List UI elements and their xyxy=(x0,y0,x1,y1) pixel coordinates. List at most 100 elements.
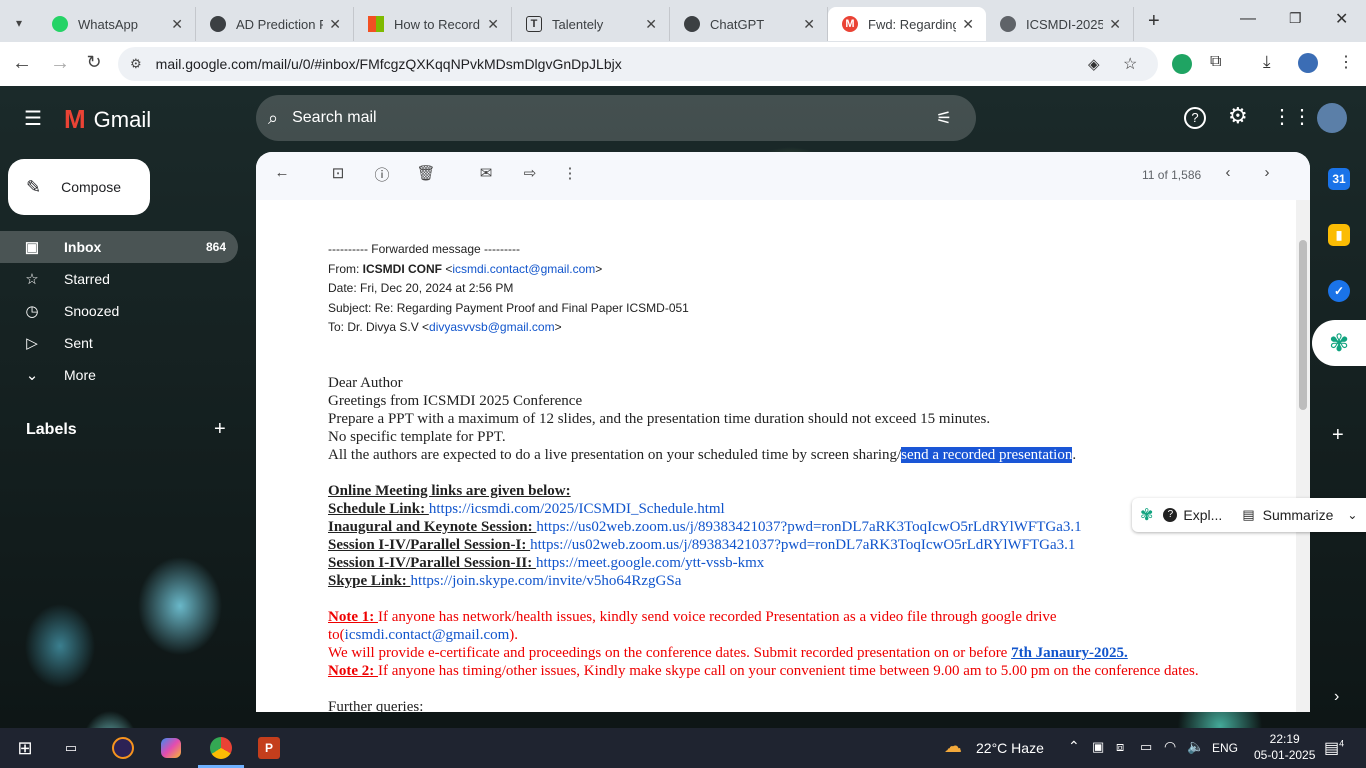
mark-unread-icon[interactable]: ✉ xyxy=(474,164,498,188)
explain-button[interactable]: ? Expl... xyxy=(1163,507,1222,523)
summarize-button[interactable]: ▤ Summarize xyxy=(1242,507,1333,523)
close-tab-icon[interactable]: ✕ xyxy=(329,16,341,33)
gmail-logo-text: Gmail xyxy=(93,106,152,132)
forward-icon[interactable]: → xyxy=(48,52,72,75)
back-to-inbox-icon[interactable]: ← xyxy=(270,164,294,188)
expand-panel-icon[interactable]: › xyxy=(1334,688,1339,706)
meet-icon[interactable]: ▣ xyxy=(1092,739,1104,755)
search-options-icon[interactable]: ⚟ xyxy=(936,108,952,129)
close-tab-icon[interactable]: ✕ xyxy=(487,16,499,33)
downloads-icon[interactable]: ⤓ xyxy=(1263,52,1271,72)
help-icon[interactable]: ? xyxy=(1184,107,1206,129)
task-view-icon[interactable]: ▭ xyxy=(58,736,84,760)
weather-icon[interactable]: ☁ xyxy=(944,736,962,757)
forward-header: ---------- Forwarded message --------- F… xyxy=(328,240,689,338)
apps-grid-icon[interactable]: ⋮⋮ xyxy=(1272,104,1312,129)
powerpoint-icon[interactable]: P xyxy=(256,736,282,760)
reload-icon[interactable]: ↻ xyxy=(82,52,106,73)
calendar-icon[interactable]: 31 xyxy=(1328,168,1350,190)
meeting-link[interactable]: https://join.skype.com/invite/v5ho64RzgG… xyxy=(411,573,682,589)
display-icon[interactable]: ⧈ xyxy=(1116,739,1124,755)
account-avatar[interactable] xyxy=(1317,103,1347,133)
sidebar-item-more[interactable]: ⌄ More xyxy=(0,359,238,391)
copilot-icon[interactable] xyxy=(158,736,184,760)
lens-icon[interactable]: ◈ xyxy=(1088,55,1100,73)
wifi-icon[interactable]: ◠ xyxy=(1164,738,1176,755)
omnibox[interactable]: ⚙ mail.google.com/mail/u/0/#inbox/FMfcgz… xyxy=(118,47,1158,81)
sidebar-item-inbox[interactable]: ▣ Inbox 864 xyxy=(0,231,238,263)
selected-text[interactable]: send a recorded presentation xyxy=(901,447,1073,463)
search-bar[interactable]: ⌕ Search mail ⚟ xyxy=(256,95,976,141)
settings-gear-icon[interactable]: ⚙ xyxy=(1228,103,1248,129)
newer-icon[interactable]: ‹ xyxy=(1216,164,1240,188)
close-tab-icon[interactable]: ✕ xyxy=(645,16,657,33)
extension-icon[interactable] xyxy=(1172,54,1192,74)
add-app-icon[interactable]: + xyxy=(1332,424,1344,447)
clock[interactable]: 22:19 05-01-2025 xyxy=(1254,731,1315,763)
extensions-puzzle-icon[interactable]: ⧉ xyxy=(1210,53,1221,71)
close-tab-icon[interactable]: ✕ xyxy=(962,16,974,33)
close-tab-icon[interactable]: ✕ xyxy=(171,16,183,33)
older-icon[interactable]: › xyxy=(1255,164,1279,188)
sidebar-item-sent[interactable]: ▷ Sent xyxy=(0,327,238,359)
browser-tab[interactable]: WhatsApp ✕ xyxy=(38,7,196,41)
tasks-icon[interactable]: ✓ xyxy=(1328,280,1350,302)
search-input[interactable]: Search mail xyxy=(292,109,376,127)
restore-button[interactable]: ❐ xyxy=(1289,10,1302,27)
more-options-icon[interactable]: ⋮ xyxy=(558,164,582,188)
site-info-icon[interactable]: ⚙ xyxy=(130,56,142,72)
compose-button[interactable]: ✎ Compose xyxy=(8,159,150,215)
bookmark-star-icon[interactable]: ☆ xyxy=(1123,54,1137,74)
url-text[interactable]: mail.google.com/mail/u/0/#inbox/FMfcgzQX… xyxy=(156,56,622,72)
recipient-email-link[interactable]: divyasvvsb@gmail.com xyxy=(429,320,555,334)
close-tab-icon[interactable]: ✕ xyxy=(1109,16,1121,33)
meeting-link[interactable]: https://icsmdi.com/2025/ICSMDI_Schedule.… xyxy=(429,501,725,517)
sender-email-link[interactable]: icsmdi.contact@gmail.com xyxy=(452,262,595,276)
browser-tab[interactable]: AD Prediction Fr ✕ xyxy=(196,7,354,41)
eclipse-app-icon[interactable] xyxy=(110,736,136,760)
meeting-link[interactable]: https://us02web.zoom.us/j/89383421037?pw… xyxy=(530,537,1075,553)
add-label-icon[interactable]: + xyxy=(214,418,226,441)
browser-tab[interactable]: M Fwd: Regarding ✕ xyxy=(828,7,986,41)
minimize-button[interactable]: — xyxy=(1240,10,1256,28)
note1-line-2: to(icsmdi.contact@gmail.com). xyxy=(328,627,519,643)
battery-icon[interactable]: ▭ xyxy=(1140,739,1152,755)
sender-name: ICSMDI CONF xyxy=(362,261,443,276)
chevron-down-icon[interactable]: ⌄ xyxy=(1347,508,1357,522)
browser-tab[interactable]: ICSMDI-2025 ✕ xyxy=(986,7,1134,41)
tray-chevron-icon[interactable]: ⌃ xyxy=(1068,738,1080,755)
delete-icon[interactable]: 🗑 xyxy=(414,164,438,188)
profile-avatar[interactable] xyxy=(1298,53,1318,73)
gmail-logo[interactable]: M Gmail xyxy=(64,104,151,135)
scrollbar-thumb[interactable] xyxy=(1299,240,1307,410)
chrome-menu-icon[interactable]: ⋮ xyxy=(1338,52,1354,72)
close-window-button[interactable]: ✕ xyxy=(1335,9,1348,29)
new-tab-button[interactable]: + xyxy=(1148,10,1160,33)
weather-text[interactable]: 22°C Haze xyxy=(976,740,1044,756)
tab-search-button[interactable]: ▾ xyxy=(0,16,38,30)
search-icon[interactable]: ⌕ xyxy=(268,108,278,129)
archive-icon[interactable]: ⊡ xyxy=(326,164,350,188)
links-heading: Online Meeting links are given below: xyxy=(328,483,571,499)
sidebar-item-starred[interactable]: ☆ Starred xyxy=(0,263,238,295)
sidebar-item-snoozed[interactable]: ◷ Snoozed xyxy=(0,295,238,327)
report-spam-icon[interactable]: ⓘ xyxy=(370,164,394,188)
close-tab-icon[interactable]: ✕ xyxy=(803,16,815,33)
keep-icon[interactable]: ▮ xyxy=(1328,224,1350,246)
move-to-icon[interactable]: ⇨ xyxy=(518,164,542,188)
drive-email-link[interactable]: icsmdi.contact@gmail.com xyxy=(345,627,510,643)
language-indicator[interactable]: ENG xyxy=(1212,741,1238,755)
volume-icon[interactable]: 🔈 xyxy=(1187,738,1204,755)
browser-tab[interactable]: How to Record Y ✕ xyxy=(354,7,512,41)
browser-tab[interactable]: ChatGPT ✕ xyxy=(670,7,828,41)
meeting-link[interactable]: https://meet.google.com/ytt-vssb-kmx xyxy=(536,555,764,571)
chrome-taskbar-icon[interactable] xyxy=(208,736,234,760)
chatgpt-sidebar-icon[interactable]: ✾ xyxy=(1312,320,1366,366)
scrollbar[interactable] xyxy=(1296,200,1310,712)
windows-start-icon[interactable]: ⊞ xyxy=(12,736,38,760)
meeting-link[interactable]: https://us02web.zoom.us/j/89383421037?pw… xyxy=(536,519,1081,535)
browser-tab[interactable]: T Talentely ✕ xyxy=(512,7,670,41)
notifications-icon[interactable]: ▤4 xyxy=(1324,738,1344,758)
main-menu-icon[interactable]: ☰ xyxy=(24,106,42,131)
back-icon[interactable]: ← xyxy=(10,52,34,75)
